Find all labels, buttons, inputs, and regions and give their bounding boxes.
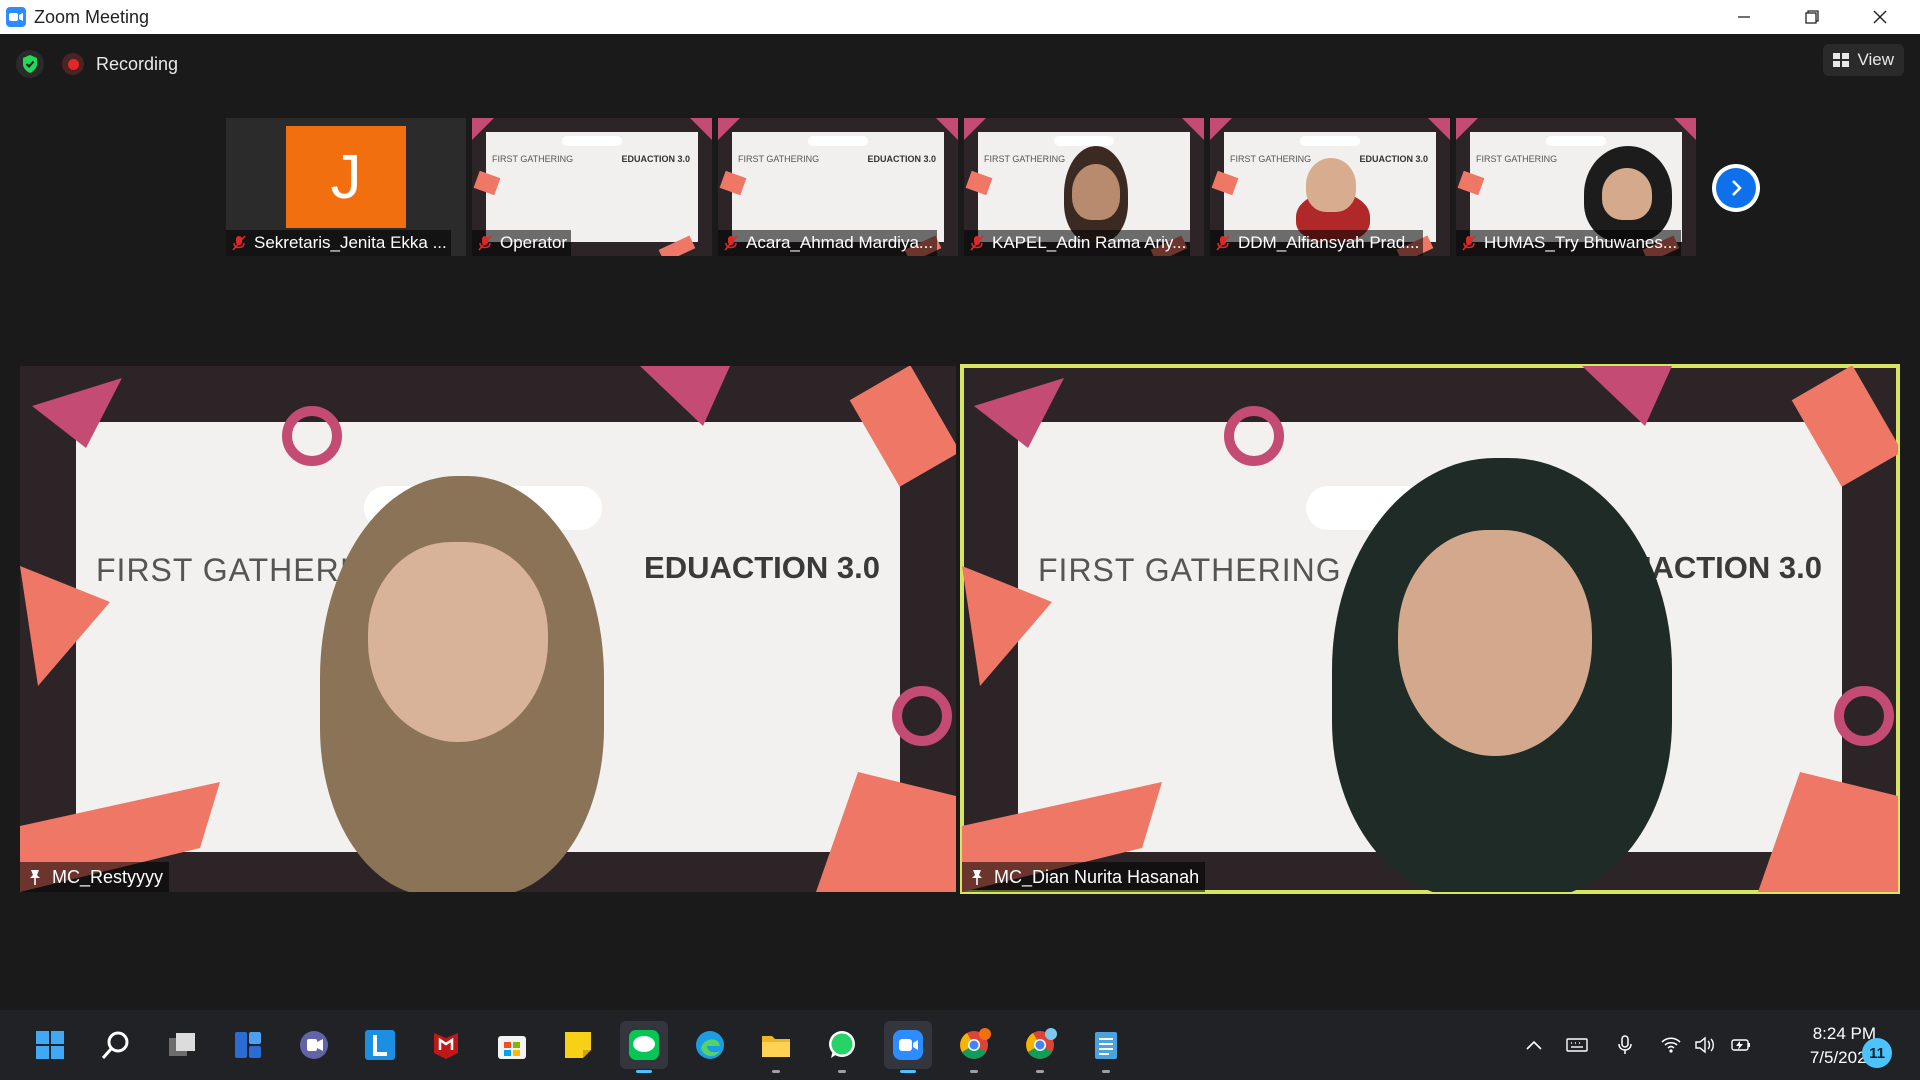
chevron-right-icon xyxy=(1732,180,1742,196)
participant-face xyxy=(368,542,548,742)
participant-name-tag: DDM_Alfiansyah Prad... xyxy=(1210,230,1424,256)
zoom-icon[interactable] xyxy=(884,1021,932,1073)
participant-name-tag: Acara_Ahmad Mardiya... xyxy=(718,230,938,256)
participant-name: Operator xyxy=(500,233,568,252)
recording-indicator[interactable]: Recording xyxy=(62,50,178,78)
participant-name: KAPEL_Adin Rama Ariy... xyxy=(992,233,1187,252)
slide-background: FIRST GATHERING EDUACTION 3.0 xyxy=(732,132,944,242)
start-icon[interactable] xyxy=(26,1021,74,1069)
participant-name: Acara_Ahmad Mardiya... xyxy=(746,233,934,252)
l-app-icon[interactable] xyxy=(356,1021,404,1069)
slide-left-text: FIRST GATHERI xyxy=(96,552,350,588)
notepad-icon[interactable] xyxy=(1082,1021,1130,1073)
slide-right-text: EDUACTION 3.0 xyxy=(644,550,880,585)
battery-icon[interactable] xyxy=(1726,1010,1756,1080)
keyboard-icon[interactable] xyxy=(1562,1010,1592,1080)
restore-icon xyxy=(1805,10,1819,24)
participant-name-tag: HUMAS_Try Bhuwanes... xyxy=(1456,230,1682,256)
recording-label: Recording xyxy=(96,53,179,74)
search-icon[interactable] xyxy=(92,1021,140,1069)
participant-face xyxy=(1398,530,1592,756)
participant-thumbnail[interactable]: FIRST GATHERING HUMAS_Try Bhuwanes... xyxy=(1456,118,1696,256)
clock[interactable]: 8:24 PM 7/5/2022 xyxy=(1766,1022,1876,1070)
participant-thumbnail[interactable]: FIRST GATHERING EDUACTION 3.0 DDM_Alfians… xyxy=(1210,118,1450,256)
participant-name-tag: Sekretaris_Jenita Ekka ... xyxy=(226,230,451,256)
muted-mic-icon xyxy=(232,235,246,251)
participant-name: MC_Restyyyy xyxy=(52,866,164,887)
task-view-icon[interactable] xyxy=(158,1021,206,1069)
slide-background: FIRST GATHERING EDUACTION 3.0 xyxy=(486,132,698,242)
close-button[interactable] xyxy=(1846,0,1914,34)
microphone-icon[interactable] xyxy=(1610,1010,1640,1080)
participant-name: HUMAS_Try Bhuwanes... xyxy=(1484,233,1678,252)
recording-dot-icon xyxy=(62,53,84,75)
mcafee-icon[interactable] xyxy=(422,1021,470,1069)
next-page-button[interactable] xyxy=(1712,164,1760,212)
participant-name-tag: MC_Restyyyy xyxy=(20,862,170,892)
line-icon[interactable] xyxy=(620,1021,668,1073)
participant-name: DDM_Alfiansyah Prad... xyxy=(1238,233,1420,252)
muted-mic-icon xyxy=(1216,235,1230,251)
clock-time: 8:24 PM xyxy=(1812,1024,1876,1043)
meeting-area: Recording View J Sekretaris_Jenita Ekka … xyxy=(0,34,1920,1010)
participant-thumbnail[interactable]: FIRST GATHERING KAPEL_Adin Rama Ariy... xyxy=(964,118,1204,256)
participant-name: Sekretaris_Jenita Ekka ... xyxy=(254,233,447,252)
muted-mic-icon xyxy=(1462,235,1476,251)
minimize-button[interactable] xyxy=(1710,0,1778,34)
slide-left-text: FIRST GATHERING xyxy=(738,154,820,164)
participant-face xyxy=(1306,158,1356,212)
widgets-icon[interactable] xyxy=(224,1021,272,1069)
title-bar: Zoom Meeting xyxy=(0,0,1920,34)
volume-icon[interactable] xyxy=(1690,1010,1720,1080)
slide-left-text: FIRST GATHERING xyxy=(984,154,1066,164)
slide-right-text: EDUACTION 3.0 xyxy=(621,154,690,164)
chrome-profile-icon[interactable] xyxy=(1016,1021,1064,1073)
slide-left-text: FIRST GATHERING xyxy=(1230,154,1312,164)
wifi-icon[interactable] xyxy=(1656,1010,1686,1080)
slide-right-text: EDUACTION 3.0 xyxy=(1359,154,1428,164)
participant-name-tag: Operator xyxy=(472,230,572,256)
minimize-icon xyxy=(1738,16,1750,18)
host-pin-icon xyxy=(972,870,982,885)
notification-badge[interactable]: 11 xyxy=(1862,1038,1892,1068)
chrome-icon[interactable] xyxy=(950,1021,998,1073)
muted-mic-icon xyxy=(970,235,984,251)
slide-left-text: FIRST GATHERING xyxy=(1476,154,1558,164)
edge-icon[interactable] xyxy=(686,1021,734,1069)
close-icon xyxy=(1873,10,1887,24)
participant-strip: J Sekretaris_Jenita Ekka ... FIRST GATHE… xyxy=(226,118,1696,256)
gallery-grid-icon xyxy=(1833,53,1850,67)
participant-face xyxy=(1602,168,1652,220)
window-title: Zoom Meeting xyxy=(34,6,150,27)
file-explorer-icon[interactable] xyxy=(752,1021,800,1073)
clock-date: 7/5/2022 xyxy=(1809,1048,1876,1067)
show-hidden-icons-chevron-icon[interactable] xyxy=(1520,1010,1548,1080)
slide-left-text: FIRST GATHERING xyxy=(492,154,574,164)
view-button[interactable]: View xyxy=(1823,44,1904,76)
participant-name: MC_Dian Nurita Hasanah xyxy=(994,866,1200,887)
whatsapp-icon[interactable] xyxy=(818,1021,866,1073)
participant-thumbnail[interactable]: FIRST GATHERING EDUACTION 3.0 Operator xyxy=(472,118,712,256)
participant-name-tag: KAPEL_Adin Rama Ariy... xyxy=(964,230,1191,256)
video-tile-mc-dian-nurita-hasanah[interactable]: FIRST GATHERING EDUACTION 3.0 MC_Dian Nu… xyxy=(960,364,1900,894)
participant-name-tag: MC_Dian Nurita Hasanah xyxy=(962,862,1206,892)
view-label: View xyxy=(1857,50,1894,69)
sticky-notes-icon[interactable] xyxy=(554,1021,602,1069)
host-pin-icon xyxy=(30,870,40,885)
store-icon[interactable] xyxy=(488,1021,536,1069)
muted-mic-icon xyxy=(724,235,738,251)
participant-thumbnail[interactable]: FIRST GATHERING EDUACTION 3.0 Acara_Ahmad… xyxy=(718,118,958,256)
slide-right-text: EDUACTION 3.0 xyxy=(867,154,936,164)
muted-mic-icon xyxy=(478,235,492,251)
restore-button[interactable] xyxy=(1778,0,1846,34)
encryption-shield-icon[interactable] xyxy=(16,50,44,78)
participant-avatar: J xyxy=(286,126,406,228)
participant-face xyxy=(1072,164,1120,220)
video-tile-mc-restyyyy[interactable]: FIRST GATHERI EDUACTION 3.0 MC_Restyyyy xyxy=(20,366,956,892)
teams-chat-icon[interactable] xyxy=(290,1021,338,1069)
zoom-app-icon xyxy=(6,7,26,27)
participant-thumbnail[interactable]: J Sekretaris_Jenita Ekka ... xyxy=(226,118,466,256)
slide-left-text: FIRST GATHERING xyxy=(1038,552,1342,588)
taskbar: 8:24 PM 7/5/2022 11 xyxy=(0,1010,1920,1080)
